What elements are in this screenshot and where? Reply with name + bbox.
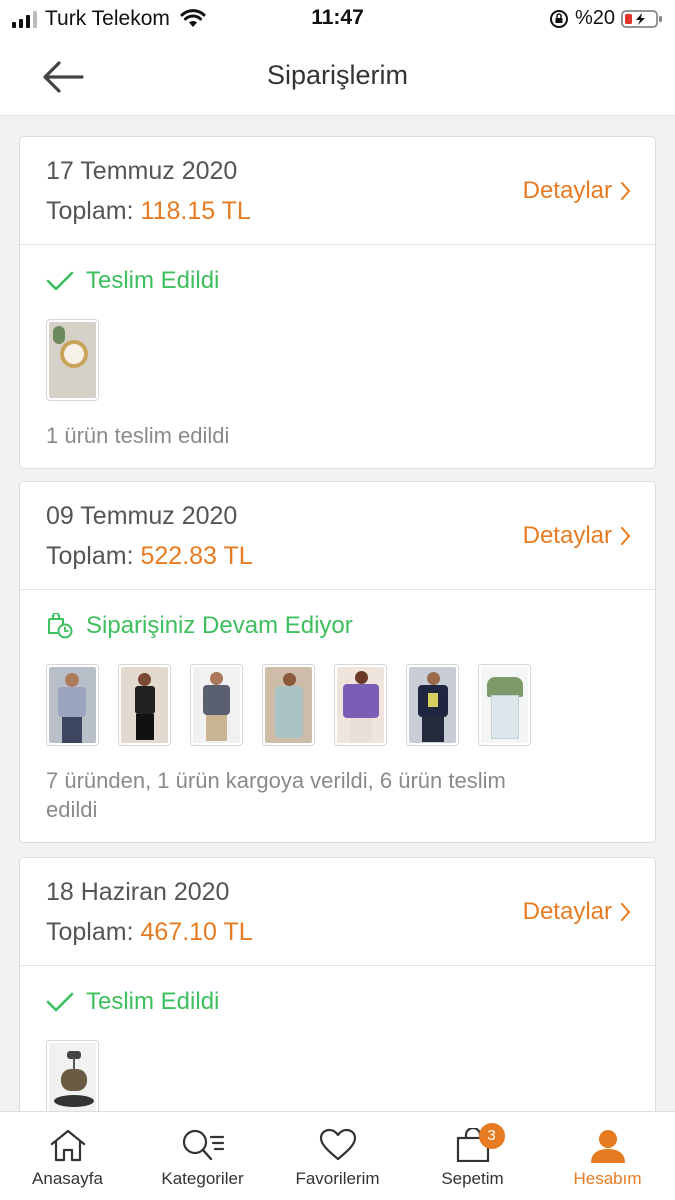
nav-header: Siparişlerim (0, 38, 675, 116)
order-header: 09 Temmuz 2020 Toplam: 522.83 TL Detayla… (20, 482, 655, 590)
order-clock-icon (48, 613, 73, 639)
check-icon (46, 992, 74, 1012)
total-label: Toplam: (46, 542, 134, 570)
tab-home[interactable]: Anasayfa (0, 1112, 135, 1200)
order-header: 17 Temmuz 2020 Toplam: 118.15 TL Detayla… (20, 137, 655, 245)
order-date: 17 Temmuz 2020 (46, 157, 238, 185)
tab-cart[interactable]: 3 Sepetim (405, 1112, 540, 1200)
details-label: Detaylar (522, 177, 612, 204)
order-card[interactable]: 17 Temmuz 2020 Toplam: 118.15 TL Detayla… (19, 136, 656, 469)
order-total: Toplam: 118.15 TL (46, 197, 251, 226)
product-thumbnail[interactable] (406, 664, 459, 746)
order-status: Teslim Edildi (46, 265, 629, 297)
details-label: Detaylar (522, 522, 612, 549)
order-date: 09 Temmuz 2020 (46, 502, 238, 530)
order-summary: 1 ürün teslim edildi (46, 423, 230, 448)
product-thumbnail[interactable] (478, 664, 531, 746)
page-title: Siparişlerim (266, 60, 409, 90)
product-thumbnail[interactable] (334, 664, 387, 746)
order-total: Toplam: 522.83 TL (46, 542, 253, 571)
tab-bar: Anasayfa Kategoriler Favorilerim 3 Sepet… (0, 1111, 675, 1200)
tab-label: Anasayfa (32, 1169, 103, 1188)
product-thumbnail[interactable] (118, 664, 171, 746)
tab-label: Sepetim (441, 1169, 504, 1188)
check-icon (46, 271, 74, 291)
product-thumbnail[interactable] (46, 319, 99, 401)
order-date: 18 Haziran 2020 (46, 878, 230, 906)
product-thumbnails (46, 319, 629, 401)
chevron-right-icon (621, 527, 631, 545)
details-button[interactable]: Detaylar (523, 898, 631, 926)
cart-count-badge: 3 (478, 1123, 505, 1149)
status-text: Teslim Edildi (86, 267, 220, 294)
tab-account[interactable]: Hesabım (540, 1112, 675, 1200)
order-status: Siparişiniz Devam Ediyor (46, 610, 629, 642)
tab-label: Favorilerim (295, 1169, 380, 1188)
order-card[interactable]: 18 Haziran 2020 Toplam: 467.10 TL Detayl… (19, 857, 656, 1111)
battery-percentage: %20 (574, 7, 615, 29)
tab-label: Hesabım (573, 1169, 642, 1188)
product-thumbnail[interactable] (190, 664, 243, 746)
details-button[interactable]: Detaylar (523, 177, 631, 205)
tab-categories[interactable]: Kategoriler (135, 1112, 270, 1200)
details-label: Detaylar (522, 898, 612, 925)
order-summary: 7 üründen, 1 ürün kargoya verildi, 6 ürü… (46, 768, 506, 822)
tab-label: Kategoriler (161, 1169, 244, 1188)
order-card[interactable]: 09 Temmuz 2020 Toplam: 522.83 TL Detayla… (19, 481, 656, 843)
status-bar: Turk Telekom 11:47 %20 (0, 0, 675, 38)
home-icon (50, 1129, 85, 1162)
details-button[interactable]: Detaylar (523, 522, 631, 550)
heart-icon (319, 1128, 356, 1161)
total-amount: 118.15 TL (140, 197, 251, 225)
user-icon (590, 1130, 625, 1163)
orientation-lock-icon (549, 9, 568, 28)
total-label: Toplam: (46, 918, 134, 946)
order-status: Teslim Edildi (46, 986, 629, 1018)
total-amount: 522.83 TL (140, 542, 253, 570)
tab-favorites[interactable]: Favorilerim (270, 1112, 405, 1200)
total-label: Toplam: (46, 197, 134, 225)
order-header: 18 Haziran 2020 Toplam: 467.10 TL Detayl… (20, 858, 655, 966)
product-thumbnail[interactable] (46, 664, 99, 746)
chevron-right-icon (621, 903, 631, 921)
total-amount: 467.10 TL (140, 918, 253, 946)
product-thumbnail[interactable] (46, 1040, 99, 1111)
battery-icon (621, 9, 662, 28)
product-thumbnail[interactable] (262, 664, 315, 746)
product-thumbnails (46, 1040, 629, 1111)
category-search-icon (182, 1129, 224, 1161)
chevron-right-icon (621, 182, 631, 200)
order-total: Toplam: 467.10 TL (46, 918, 253, 947)
product-thumbnails (46, 664, 629, 746)
status-text: Teslim Edildi (86, 988, 220, 1015)
status-text: Siparişiniz Devam Ediyor (86, 612, 353, 639)
orders-list[interactable]: 17 Temmuz 2020 Toplam: 118.15 TL Detayla… (0, 116, 675, 1111)
